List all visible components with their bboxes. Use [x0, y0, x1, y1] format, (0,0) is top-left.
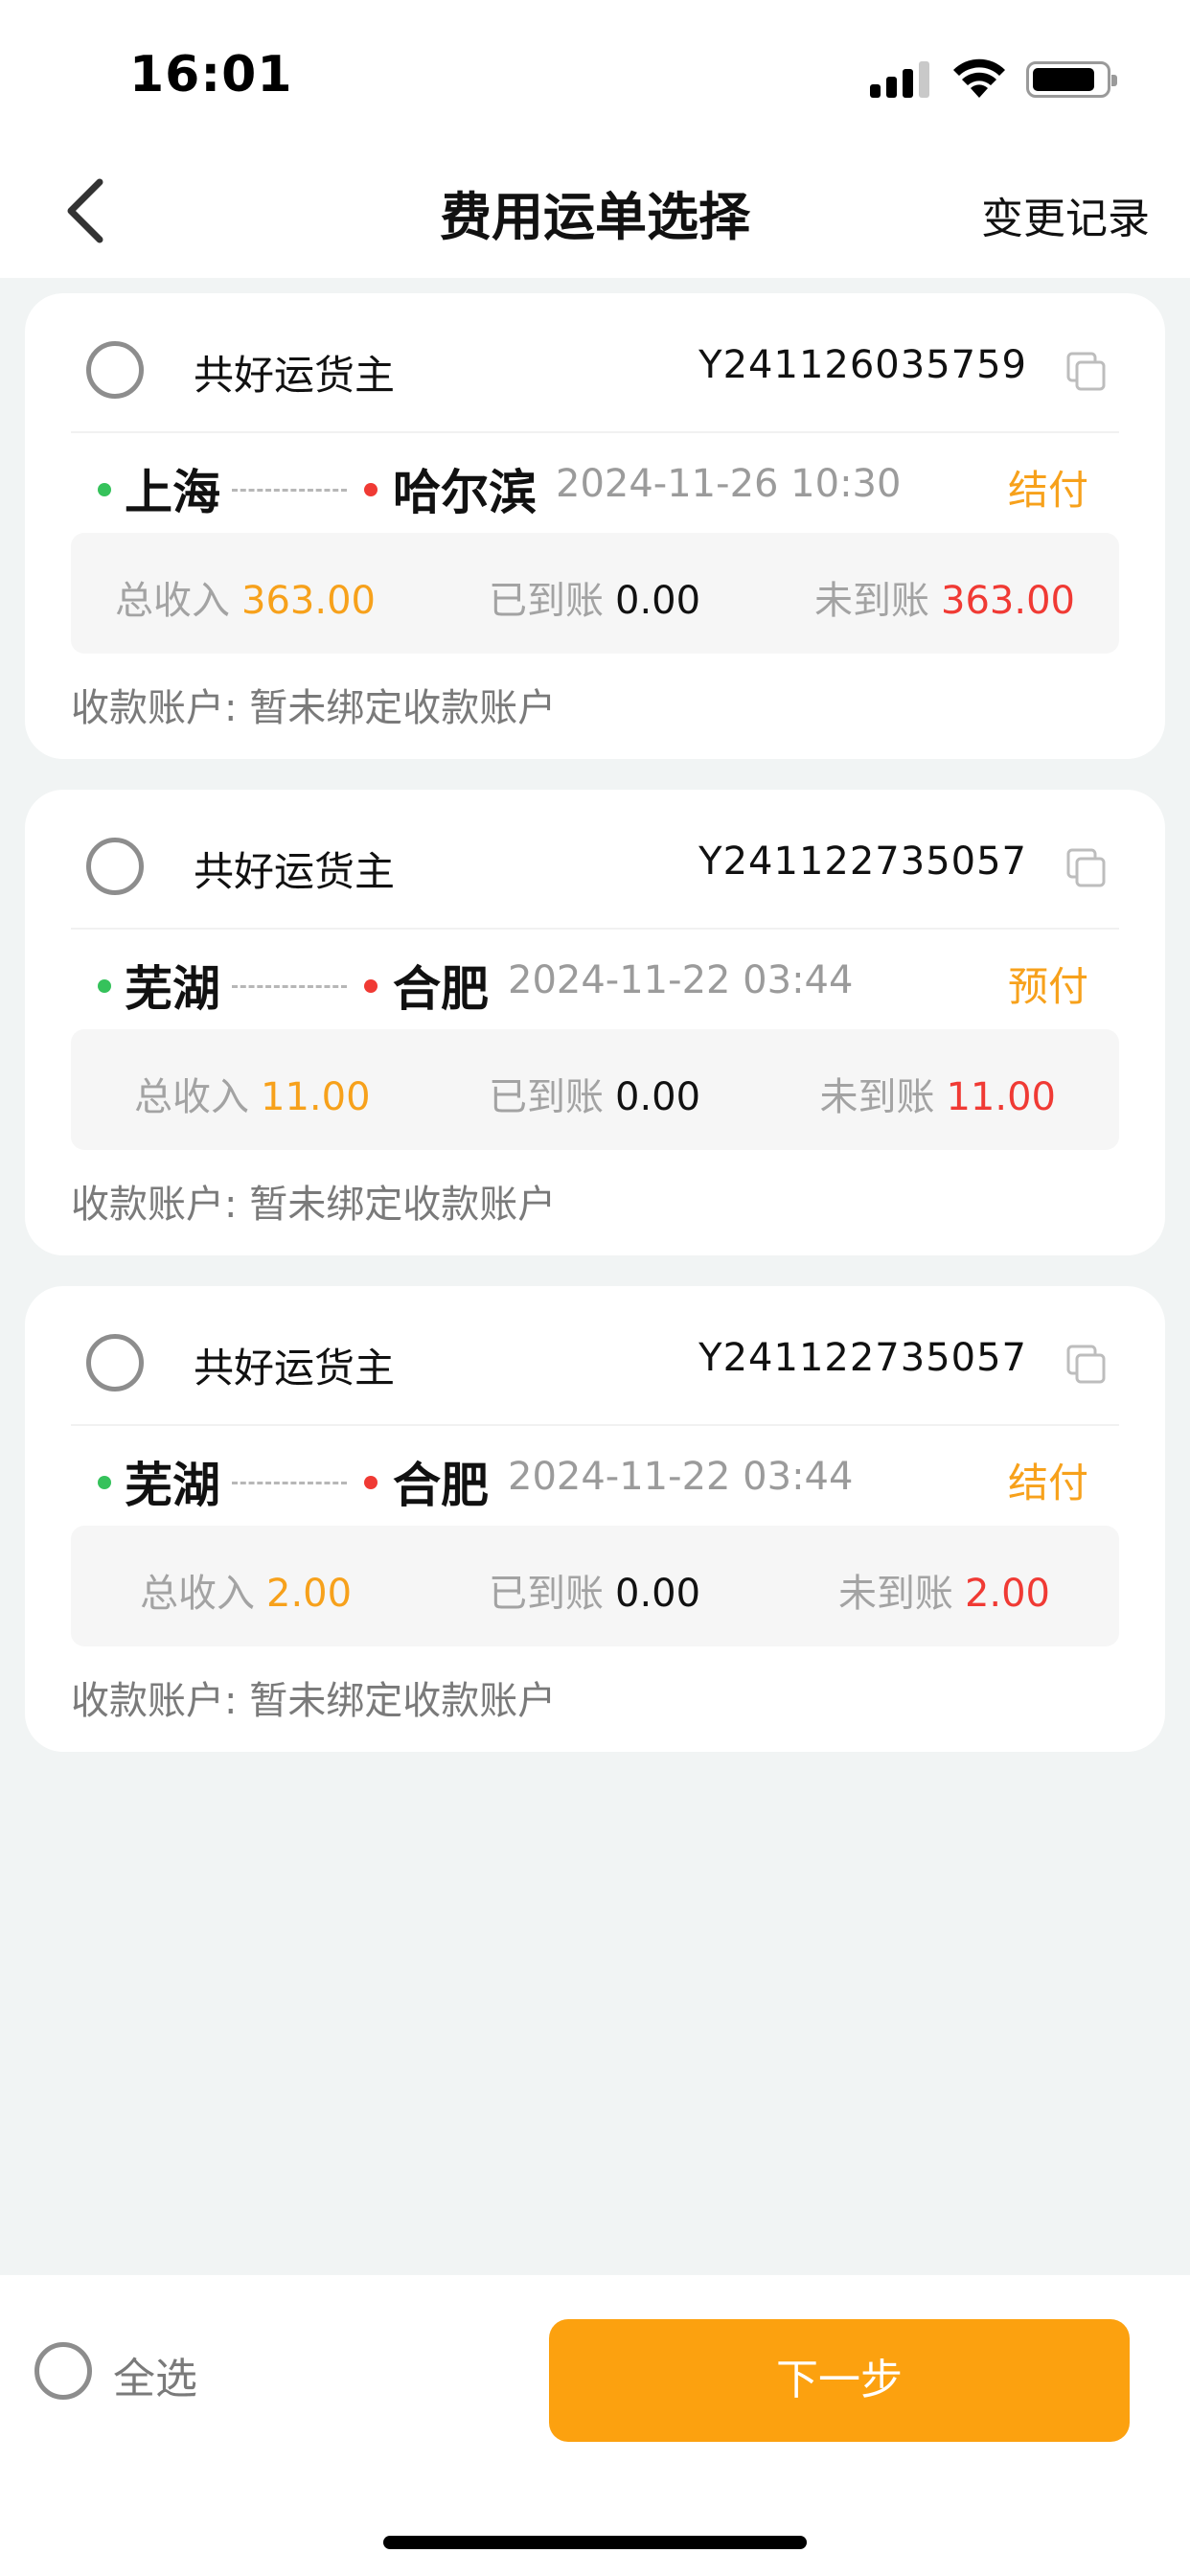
nav-bar: 费用运单选择 变更记录 — [0, 144, 1190, 278]
amount-summary: 总收入 11.00 已到账 0.00 未到账 11.00 — [71, 1029, 1119, 1150]
waybill-number: Y241122735057 — [698, 1336, 1027, 1380]
shipper-name: 共好运货主 — [194, 848, 396, 895]
page: 16:01 费用运单选择 变更记录 共好运货主 Y241126035759 上海… — [0, 0, 1190, 2576]
order-select-radio[interactable] — [86, 1334, 144, 1392]
origin-city: 芜湖 — [125, 961, 220, 1017]
shipper-name: 共好运货主 — [194, 352, 396, 399]
pending-amount: 未到账 363.00 — [814, 569, 1075, 625]
route-row: 芜湖 合肥 2024-11-22 03:44 结付 — [71, 1447, 1119, 1516]
amount-summary: 总收入 363.00 已到账 0.00 未到账 363.00 — [71, 533, 1119, 654]
route-row: 芜湖 合肥 2024-11-22 03:44 预付 — [71, 951, 1119, 1020]
pending-value: 363.00 — [941, 579, 1075, 623]
received-amount: 已到账 0.00 — [489, 1066, 700, 1121]
pending-amount: 未到账 2.00 — [838, 1562, 1050, 1618]
order-card[interactable]: 共好运货主 Y241122735057 芜湖 合肥 2024-11-22 03:… — [25, 790, 1165, 1255]
total-income: 总收入 2.00 — [140, 1562, 352, 1618]
total-income-label: 总收入 — [134, 1075, 249, 1119]
total-income-value: 11.00 — [261, 1075, 371, 1119]
order-datetime: 2024-11-22 03:44 — [508, 1455, 854, 1499]
order-card[interactable]: 共好运货主 Y241122735057 芜湖 合肥 2024-11-22 03:… — [25, 1286, 1165, 1752]
received-amount: 已到账 0.00 — [489, 1562, 700, 1618]
wifi-icon — [953, 58, 1005, 98]
pending-label: 未到账 — [814, 579, 930, 623]
received-value: 0.00 — [615, 1572, 701, 1616]
payment-type-badge: 结付 — [1007, 1460, 1088, 1506]
status-time: 16:01 — [129, 46, 293, 104]
order-datetime: 2024-11-26 10:30 — [556, 462, 902, 506]
waybill-number: Y241126035759 — [698, 343, 1027, 387]
origin-dot — [98, 979, 111, 993]
destination-city: 合肥 — [393, 961, 489, 1017]
total-income: 总收入 11.00 — [134, 1066, 371, 1121]
pending-value: 11.00 — [946, 1075, 1056, 1119]
order-select-radio[interactable] — [86, 341, 144, 399]
total-income-label: 总收入 — [140, 1572, 255, 1616]
origin-city: 上海 — [125, 465, 220, 520]
origin-city: 芜湖 — [125, 1458, 220, 1513]
pending-value: 2.00 — [964, 1572, 1050, 1616]
status-bar: 16:01 — [0, 0, 1190, 144]
home-indicator — [383, 2536, 807, 2549]
received-amount: 已到账 0.00 — [489, 569, 700, 625]
received-value: 0.00 — [615, 579, 701, 623]
pending-label: 未到账 — [837, 1572, 953, 1616]
payee-account-text: 收款账户: 暂未绑定收款账户 — [71, 686, 557, 730]
destination-city: 合肥 — [393, 1458, 489, 1513]
shipper-name: 共好运货主 — [194, 1345, 396, 1392]
route-dash-line — [232, 1482, 347, 1484]
route-dash-line — [232, 985, 347, 988]
cellular-signal-icon — [870, 59, 929, 98]
destination-dot — [364, 1476, 378, 1489]
bottom-action-bar: 全选 下一步 — [0, 2275, 1190, 2576]
destination-dot — [364, 979, 378, 993]
divider — [71, 928, 1119, 930]
change-history-button[interactable]: 变更记录 — [981, 184, 1150, 245]
select-all-label[interactable]: 全选 — [113, 2344, 197, 2405]
payee-account-text: 收款账户: 暂未绑定收款账户 — [71, 1183, 557, 1227]
route-dash-line — [232, 489, 347, 492]
payee-account-text: 收款账户: 暂未绑定收款账户 — [71, 1679, 557, 1723]
received-value: 0.00 — [615, 1075, 701, 1119]
payment-type-badge: 结付 — [1007, 467, 1088, 514]
amount-summary: 总收入 2.00 已到账 0.00 未到账 2.00 — [71, 1526, 1119, 1646]
select-all-radio[interactable] — [34, 2342, 92, 2400]
order-card[interactable]: 共好运货主 Y241126035759 上海 哈尔滨 2024-11-26 10… — [25, 293, 1165, 759]
divider — [71, 431, 1119, 433]
order-datetime: 2024-11-22 03:44 — [508, 958, 854, 1002]
total-income-label: 总收入 — [115, 579, 230, 623]
total-income-value: 2.00 — [266, 1572, 353, 1616]
order-select-radio[interactable] — [86, 838, 144, 895]
destination-city: 哈尔滨 — [393, 465, 537, 520]
payment-type-badge: 预付 — [1007, 963, 1088, 1010]
copy-icon[interactable] — [1065, 1344, 1106, 1384]
route-row: 上海 哈尔滨 2024-11-26 10:30 结付 — [71, 454, 1119, 523]
total-income-value: 363.00 — [241, 579, 376, 623]
pending-label: 未到账 — [819, 1075, 935, 1119]
next-step-button[interactable]: 下一步 — [549, 2319, 1130, 2442]
total-income: 总收入 363.00 — [115, 569, 376, 625]
received-label: 已到账 — [489, 579, 604, 623]
destination-dot — [364, 483, 378, 496]
battery-icon — [1026, 61, 1117, 98]
divider — [71, 1424, 1119, 1426]
pending-amount: 未到账 11.00 — [819, 1066, 1056, 1121]
copy-icon[interactable] — [1065, 847, 1106, 887]
waybill-number: Y241122735057 — [698, 840, 1027, 884]
received-label: 已到账 — [489, 1075, 604, 1119]
received-label: 已到账 — [489, 1572, 604, 1616]
origin-dot — [98, 483, 111, 496]
origin-dot — [98, 1476, 111, 1489]
copy-icon[interactable] — [1065, 351, 1106, 391]
